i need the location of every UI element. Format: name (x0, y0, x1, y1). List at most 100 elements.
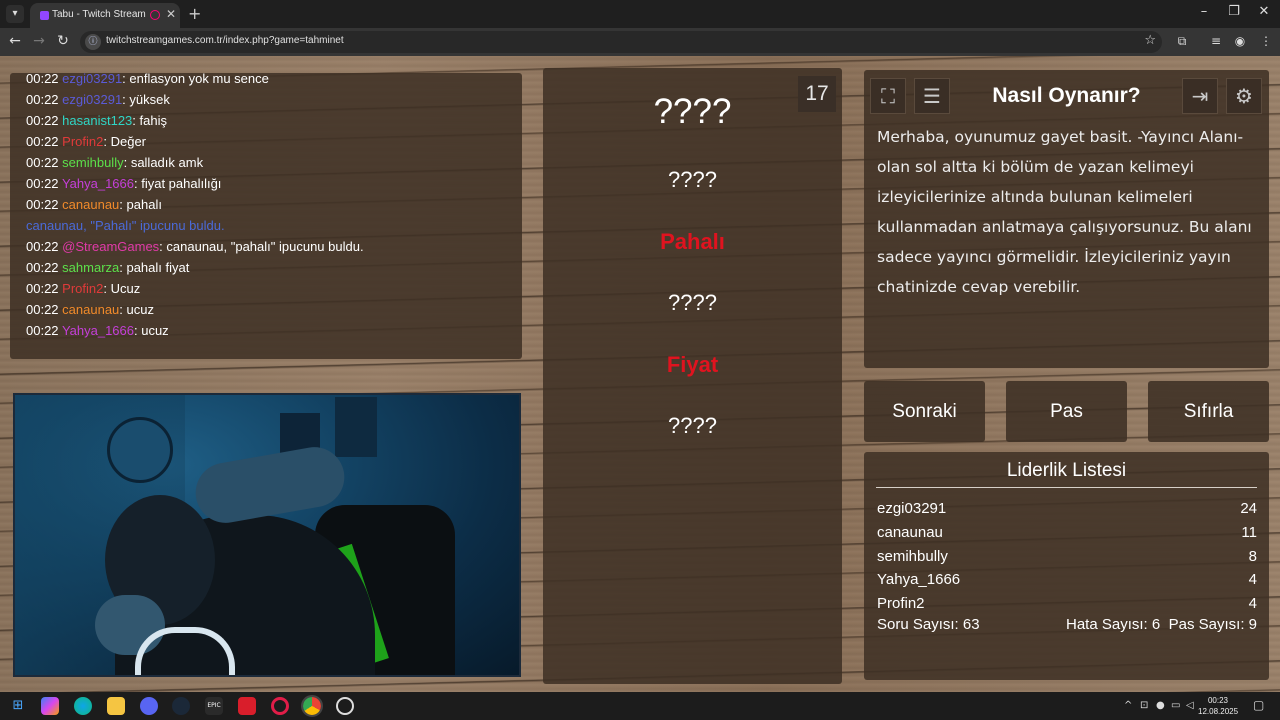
copilot-icon[interactable] (41, 697, 59, 715)
chat-panel: 00:22 ezgi03291: enflasyon yok mu sence 0… (10, 71, 522, 359)
twitch-favicon-icon (40, 11, 49, 20)
network-icon[interactable]: ▭ (1171, 700, 1180, 711)
chat-username[interactable]: semihbully (62, 155, 123, 170)
chat-text: : Ucuz (103, 281, 141, 296)
extensions-icon[interactable]: ⧉ (1174, 34, 1190, 49)
chat-username[interactable]: ezgi03291 (62, 92, 122, 107)
back-icon[interactable]: ← (6, 33, 24, 49)
tray-chevron-icon[interactable]: ^ (1124, 700, 1132, 711)
app-red-icon[interactable] (238, 697, 256, 715)
chat-timestamp: 00:22 (26, 155, 59, 170)
tab-title: Tabu - Twitch Stream Games (52, 9, 148, 20)
chat-timestamp: 00:22 (26, 239, 59, 254)
chat-timestamp: 00:22 (26, 92, 59, 107)
player-score: 4 (1248, 571, 1257, 588)
menu-icon[interactable]: ⋮ (1258, 34, 1274, 48)
chat-message: 00:22 ezgi03291: enflasyon yok mu sence (26, 68, 516, 89)
epic-games-icon[interactable]: EPIC (205, 697, 223, 715)
close-icon[interactable]: ✕ (166, 7, 176, 21)
minimize-icon[interactable]: – (1192, 4, 1216, 19)
player-name: semihbully (877, 548, 948, 565)
chat-timestamp: 00:22 (26, 71, 59, 86)
chat-message: 00:22 canaunau: pahalı (26, 194, 516, 215)
chat-timestamp: 00:22 (26, 302, 59, 317)
media-icon[interactable]: ≡ (1208, 34, 1224, 48)
player-score: 4 (1248, 595, 1257, 612)
reset-button[interactable]: Sıfırla (1148, 381, 1269, 442)
app-speed-icon[interactable] (336, 697, 354, 715)
chat-message: 00:22 ezgi03291: yüksek (26, 89, 516, 110)
chat-text: : fahiş (132, 113, 167, 128)
file-explorer-icon[interactable] (107, 697, 125, 715)
player-score: 24 (1240, 500, 1257, 517)
restore-icon[interactable]: ❐ (1222, 4, 1246, 19)
chat-message: 00:22 Profin2: Değer (26, 131, 516, 152)
pass-button[interactable]: Pas (1006, 381, 1127, 442)
chat-text: : ucuz (133, 323, 169, 338)
profile-icon[interactable]: ◉ (1232, 34, 1248, 48)
chat-username[interactable]: @StreamGames (62, 239, 159, 254)
chrome-icon[interactable] (301, 695, 323, 717)
browser-toolbar: ← → ↻ ⓘ twitchstreamgames.com.tr/index.p… (0, 28, 1280, 56)
chat-message: 00:22 hasanist123: fahiş (26, 110, 516, 131)
leaderboard-row: Yahya_1666 4 (877, 571, 1257, 594)
volume-icon[interactable]: ◁ (1186, 700, 1194, 711)
chat-message: 00:22 Profin2: Ucuz (26, 278, 516, 299)
chat-username[interactable]: Yahya_1666 (62, 323, 134, 338)
star-icon[interactable]: ☆ (1144, 33, 1156, 48)
chat-message: 00:22 semihbully: salladık amk (26, 152, 516, 173)
error-count: Hata Sayısı: 6 (1066, 616, 1161, 633)
address-bar[interactable]: ⓘ twitchstreamgames.com.tr/index.php?gam… (80, 31, 1162, 53)
clue-word-found: Fiyat (666, 352, 719, 377)
chat-username[interactable]: canaunau, "Pahalı" ipucunu buldu. (26, 218, 225, 233)
chat-text: : salladık amk (123, 155, 204, 170)
browser-tab-bar: ▾ Tabu - Twitch Stream Games ✕ + – ❐ ✕ (0, 0, 1280, 28)
forward-icon[interactable]: → (30, 33, 48, 49)
chat-username[interactable]: sahmarza (62, 260, 119, 275)
system-clock[interactable]: 00:23 12.08.2025 (1198, 695, 1238, 717)
clock-date: 12.08.2025 (1198, 707, 1239, 716)
chat-timestamp: 00:22 (26, 113, 59, 128)
audio-icon[interactable] (150, 10, 160, 20)
chat-timestamp: 00:22 (26, 134, 59, 149)
site-info-icon[interactable]: ⓘ (85, 34, 101, 50)
chat-timestamp: 00:22 (26, 197, 59, 212)
chat-message: 00:22 Yahya_1666: fiyat pahalılığı (26, 173, 516, 194)
chat-message: 00:22 canaunau: ucuz (26, 299, 516, 320)
chat-username[interactable]: Profin2 (62, 134, 103, 149)
chat-text: : Değer (103, 134, 147, 149)
reload-icon[interactable]: ↻ (54, 33, 72, 49)
browser-tab[interactable]: Tabu - Twitch Stream Games ✕ (30, 3, 180, 28)
secret-word: ???? (653, 92, 732, 131)
chat-username[interactable]: Profin2 (62, 281, 103, 296)
chat-timestamp: 00:22 (26, 260, 59, 275)
chat-username[interactable]: ezgi03291 (62, 71, 122, 86)
opera-icon[interactable] (271, 697, 289, 715)
tab-menu-icon[interactable]: ▾ (6, 5, 24, 23)
chat-username[interactable]: hasanist123 (62, 113, 132, 128)
chat-text: : enflasyon yok mu sence (122, 71, 269, 86)
chat-username[interactable]: Yahya_1666 (62, 176, 134, 191)
question-count: Soru Sayısı: 63 (877, 616, 980, 633)
chat-username[interactable]: canaunau (62, 197, 119, 212)
player-score: 8 (1248, 548, 1257, 565)
steam-icon[interactable] (172, 697, 190, 715)
pass-count: Pas Sayısı: 9 (1168, 616, 1257, 633)
start-icon[interactable]: ⊞ (9, 697, 27, 715)
how-to-play-panel: ⛶ ☰ Nasıl Oynanır? ⇥ ⚙ Merhaba, oyunumuz… (864, 70, 1269, 368)
chat-text: : yüksek (122, 92, 170, 107)
chat-username[interactable]: canaunau (62, 302, 119, 317)
settings-icon[interactable]: ⚙ (1226, 78, 1262, 114)
window-close-icon[interactable]: ✕ (1252, 4, 1276, 19)
microphone-icon[interactable]: ● (1156, 700, 1165, 711)
edge-icon[interactable] (74, 697, 92, 715)
exit-icon[interactable]: ⇥ (1182, 78, 1218, 114)
new-tab-icon[interactable]: + (188, 4, 201, 23)
notifications-icon[interactable]: ▢ (1253, 698, 1264, 712)
tray-app-icon[interactable]: ⊡ (1140, 700, 1148, 711)
next-button[interactable]: Sonraki (864, 381, 985, 442)
leaderboard-row: canaunau 11 (877, 524, 1257, 547)
chat-message: 00:22 Yahya_1666: ucuz (26, 320, 516, 341)
discord-icon[interactable] (140, 697, 158, 715)
clock-time: 00:23 (1207, 696, 1229, 705)
